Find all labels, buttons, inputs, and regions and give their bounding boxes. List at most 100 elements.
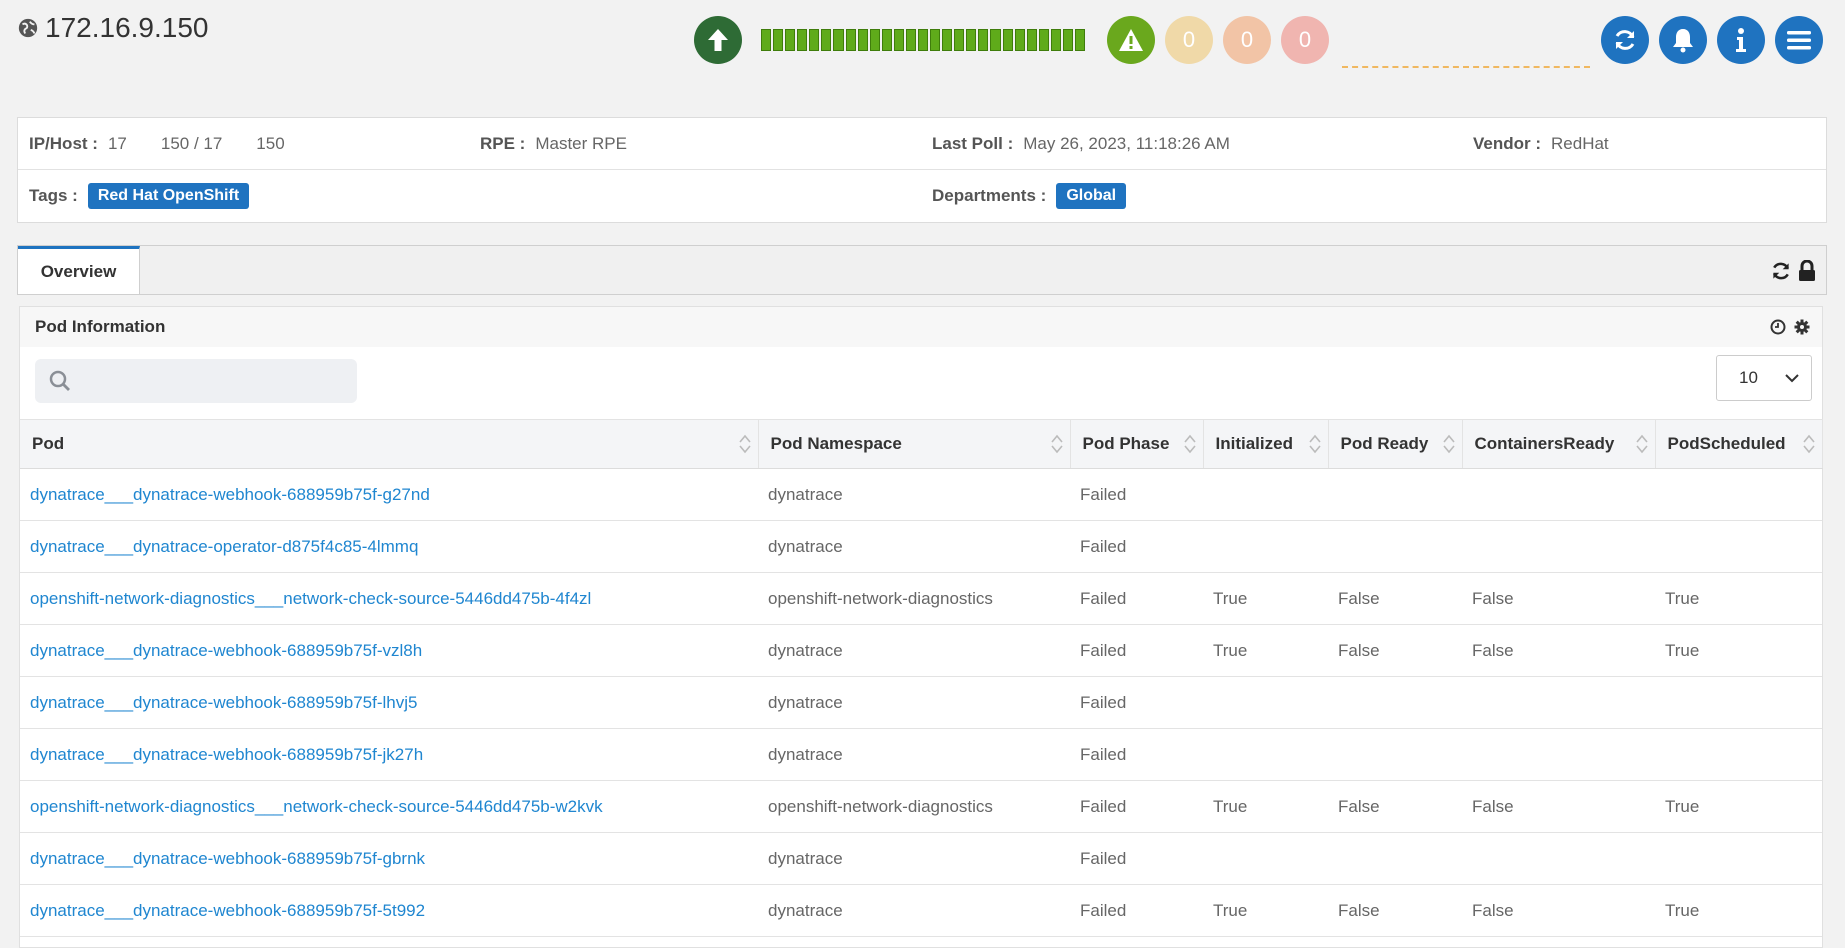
table-row[interactable]: dynatrace___dynatrace-webhook-688959b75f… [20, 884, 1822, 937]
column-header[interactable]: Pod Ready [1328, 419, 1463, 469]
page-size-select[interactable]: 10 [1716, 355, 1812, 401]
availability-bar[interactable] [761, 29, 1086, 51]
table-cell: dynatrace [758, 676, 1070, 729]
search-input[interactable] [79, 371, 333, 391]
sort-icon[interactable] [1442, 433, 1456, 455]
table-row[interactable]: openshift-network-diagnostics___network-… [20, 780, 1822, 833]
ip-host-label: IP/Host : [29, 133, 98, 153]
gear-icon[interactable] [1794, 319, 1810, 335]
critical-alarm-count[interactable]: 0 [1165, 16, 1213, 64]
table-cell: openshift-network-diagnostics [758, 780, 1070, 833]
table-cell: True [1655, 624, 1822, 677]
chevron-down-icon [1785, 374, 1799, 383]
pod-link[interactable]: dynatrace___dynatrace-webhook-688959b75f… [20, 884, 758, 937]
table-row[interactable]: dynatrace___dynatrace-operator-d875f4c85… [20, 520, 1822, 573]
clock-icon[interactable] [1770, 319, 1786, 335]
refresh-button[interactable] [1601, 16, 1649, 64]
top-bar: 172.16.9.150 0 0 0 [0, 0, 1845, 80]
main-menu-button[interactable] [1775, 16, 1823, 64]
availability-segment [893, 29, 904, 51]
table-row[interactable]: dynatrace___dynatrace-webhook-688959b75f… [20, 468, 1822, 521]
refresh-icon[interactable] [1770, 260, 1792, 282]
table-cell [1328, 676, 1462, 729]
pod-link[interactable]: dynatrace___dynatrace-operator-d875f4c85… [20, 520, 758, 573]
column-header-label: PodScheduled [1667, 434, 1786, 453]
column-header[interactable]: PodScheduled [1655, 419, 1823, 469]
department-badge[interactable]: Global [1056, 182, 1127, 209]
table-cell [1203, 676, 1328, 729]
search-icon [49, 370, 70, 391]
availability-segment [761, 29, 772, 51]
pod-link[interactable]: dynatrace___dynatrace-webhook-688959b75f… [20, 832, 758, 885]
availability-segment [978, 29, 989, 51]
tags-label: Tags : [29, 185, 78, 205]
pod-link[interactable]: openshift-network-diagnostics___network-… [20, 572, 758, 625]
last-poll-field: Last Poll : May 26, 2023, 11:18:26 AM [932, 118, 1230, 169]
sort-icon[interactable] [1308, 433, 1322, 455]
tag-badge[interactable]: Red Hat OpenShift [87, 182, 250, 209]
availability-segment [833, 29, 844, 51]
table-cell: dynatrace [758, 832, 1070, 885]
table-row[interactable]: dynatrace___dynatrace-webhook-688959b75f… [20, 624, 1822, 677]
column-header[interactable]: Pod [20, 419, 759, 469]
vendor-value: RedHat [1551, 133, 1609, 153]
search-box[interactable] [35, 359, 357, 403]
table-cell: Failed [1070, 884, 1203, 937]
column-header[interactable]: Pod Phase [1070, 419, 1204, 469]
tab-overview[interactable]: Overview [18, 246, 140, 294]
column-header[interactable]: Pod Namespace [758, 419, 1071, 469]
availability-segment [797, 29, 808, 51]
sort-icon[interactable] [1802, 433, 1816, 455]
availability-segment [1002, 29, 1013, 51]
table-cell: dynatrace [758, 624, 1070, 677]
status-up-indicator[interactable] [694, 16, 742, 64]
last-poll-value: May 26, 2023, 11:18:26 AM [1023, 133, 1230, 153]
table-cell [1655, 832, 1822, 885]
lock-icon[interactable] [1798, 260, 1816, 282]
sort-icon[interactable] [738, 433, 752, 455]
column-header[interactable]: ContainersReady [1462, 419, 1656, 469]
table-row[interactable]: dynatrace___dynatrace-webhook-688959b75f… [20, 832, 1822, 885]
sort-icon[interactable] [1183, 433, 1197, 455]
table-cell [1462, 832, 1655, 885]
notifications-button[interactable] [1659, 16, 1707, 64]
departments-label: Departments : [932, 185, 1047, 205]
sort-icon[interactable] [1050, 433, 1064, 455]
table-cell: dynatrace [758, 884, 1070, 937]
table-cell: False [1328, 572, 1462, 625]
table-cell: dynatrace [758, 520, 1070, 573]
pod-link[interactable]: dynatrace___dynatrace-webhook-688959b75f… [20, 676, 758, 729]
availability-segment [1075, 29, 1086, 51]
availability-segment [1062, 29, 1074, 51]
info-icon [1736, 28, 1746, 52]
minor-alarm-count[interactable]: 0 [1281, 16, 1329, 64]
table-cell: dynatrace [758, 728, 1070, 781]
tags-field: Tags : Red Hat OpenShift [29, 170, 250, 221]
pod-link[interactable]: dynatrace___dynatrace-webhook-688959b75f… [20, 468, 758, 521]
pod-link[interactable]: dynatrace___dynatrace-webhook-688959b75f… [20, 624, 758, 677]
major-alarm-count[interactable]: 0 [1223, 16, 1271, 64]
table-cell: False [1328, 780, 1462, 833]
table-row[interactable]: dynatrace___dynatrace-webhook-688959b75f… [20, 676, 1822, 729]
availability-segment [881, 29, 892, 51]
availability-segment [918, 29, 929, 51]
table-cell: Failed [1070, 832, 1203, 885]
pod-link[interactable]: dynatrace___dynatrace-webhook-688959b75f… [20, 728, 758, 781]
column-header-label: Pod Phase [1082, 434, 1170, 453]
info-button[interactable] [1717, 16, 1765, 64]
alarm-warning-button[interactable] [1107, 16, 1155, 64]
departments-field: Departments : Global [932, 170, 1127, 221]
page-size-value: 10 [1739, 368, 1758, 387]
column-header[interactable]: Initialized [1203, 419, 1329, 469]
availability-segment [1014, 29, 1025, 51]
table-cell [1462, 520, 1655, 573]
sort-icon[interactable] [1635, 433, 1649, 455]
table-cell: False [1462, 884, 1655, 937]
dashed-divider [1342, 66, 1590, 68]
table-row[interactable]: dynatrace___dynatrace-webhook-688959b75f… [20, 728, 1822, 781]
availability-segment [1038, 29, 1049, 51]
table-row[interactable]: openshift-network-diagnostics___network-… [20, 572, 1822, 625]
table-cell [1462, 676, 1655, 729]
table-cell: Failed [1070, 572, 1203, 625]
pod-link[interactable]: openshift-network-diagnostics___network-… [20, 780, 758, 833]
